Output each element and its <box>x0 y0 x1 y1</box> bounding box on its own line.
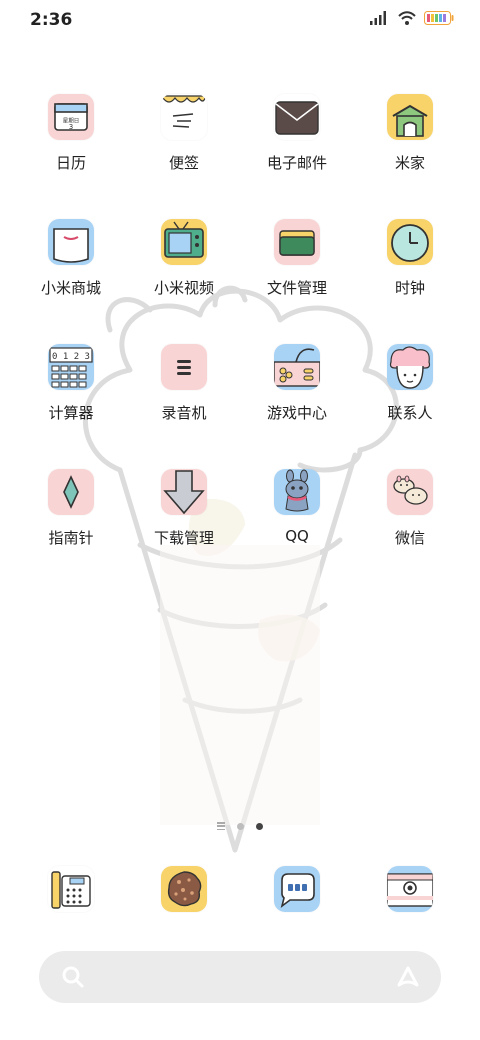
page-dot-2-active <box>256 822 263 830</box>
status-time: 2:36 <box>30 10 73 30</box>
search-icon[interactable] <box>61 965 85 989</box>
folder-icon <box>274 219 320 265</box>
recorder-icon <box>161 344 207 390</box>
download-icon <box>161 469 207 515</box>
app-mi-store[interactable]: 小米商城 <box>21 219 121 298</box>
calendar-day: 3 <box>69 123 73 131</box>
app-label: 日历 <box>55 154 86 172</box>
calendar-icon: 星期日 3 <box>48 94 94 140</box>
dock-app-cookie[interactable] <box>134 866 234 912</box>
battery-icon <box>424 11 454 25</box>
app-email[interactable]: 电子邮件 <box>247 94 347 173</box>
clock-icon <box>387 219 433 265</box>
page-indicator[interactable] <box>0 822 480 830</box>
dock-app-camera[interactable] <box>360 866 460 912</box>
app-label: 录音机 <box>161 404 207 422</box>
app-qq[interactable]: QQ <box>247 469 347 545</box>
app-label: 小米商城 <box>40 279 101 297</box>
app-label: 米家 <box>394 154 425 172</box>
page-dot-1 <box>237 822 244 830</box>
app-label: 指南针 <box>48 529 94 547</box>
app-mi-video[interactable]: 小米视频 <box>134 219 234 298</box>
app-label: 联系人 <box>387 404 433 422</box>
home-icon <box>387 94 433 140</box>
app-label: 文件管理 <box>266 279 327 297</box>
app-file-manager[interactable]: 文件管理 <box>247 219 347 298</box>
app-compass[interactable]: 指南针 <box>21 469 121 548</box>
wifi-icon <box>398 11 416 25</box>
app-label: 微信 <box>394 529 425 547</box>
app-calculator[interactable]: 0 1 2 3 计算器 <box>21 344 121 423</box>
compass-icon <box>48 469 94 515</box>
qq-icon <box>274 469 320 515</box>
dock-app-messages[interactable] <box>247 866 347 912</box>
calculator-icon: 0 1 2 3 <box>48 344 94 390</box>
app-label: 小米视频 <box>153 279 214 297</box>
app-contacts[interactable]: 联系人 <box>360 344 460 423</box>
dock <box>0 866 480 926</box>
app-recorder[interactable]: 录音机 <box>134 344 234 423</box>
app-label: 计算器 <box>48 404 94 422</box>
messages-icon <box>274 866 320 912</box>
app-label: 便签 <box>168 154 199 172</box>
app-label: 电子邮件 <box>266 154 327 172</box>
app-clock[interactable]: 时钟 <box>360 219 460 298</box>
app-downloads[interactable]: 下载管理 <box>134 469 234 548</box>
tv-icon <box>161 219 207 265</box>
minus-one-screen-icon <box>217 822 225 830</box>
app-label: 游戏中心 <box>266 404 327 422</box>
app-label: 下载管理 <box>153 529 214 547</box>
notes-icon <box>161 94 207 140</box>
status-bar: 2:36 <box>0 0 480 44</box>
dock-app-phone[interactable] <box>21 866 121 912</box>
app-wechat[interactable]: 微信 <box>360 469 460 548</box>
wechat-icon <box>387 469 433 515</box>
app-label: 时钟 <box>394 279 425 297</box>
contacts-icon <box>387 344 433 390</box>
search-bar[interactable] <box>39 951 441 1003</box>
phone-icon <box>48 866 94 912</box>
mail-icon <box>274 94 320 140</box>
signal-icon <box>370 11 386 25</box>
app-calendar[interactable]: 星期日 3 日历 <box>21 94 121 173</box>
app-notes[interactable]: 便签 <box>134 94 234 173</box>
store-icon <box>48 219 94 265</box>
app-mijia[interactable]: 米家 <box>360 94 460 173</box>
game-icon <box>274 344 320 390</box>
camera-icon <box>387 866 433 912</box>
app-label: QQ <box>285 527 309 545</box>
calculator-display: 0 1 2 3 <box>52 352 90 362</box>
status-icons <box>370 11 454 25</box>
assistant-icon[interactable] <box>395 965 421 989</box>
app-game-center[interactable]: 游戏中心 <box>247 344 347 423</box>
cookie-icon <box>161 866 207 912</box>
